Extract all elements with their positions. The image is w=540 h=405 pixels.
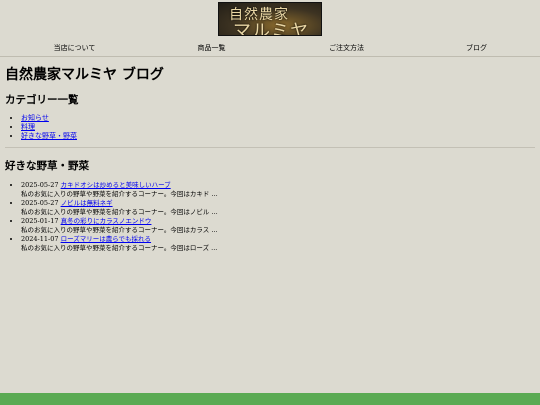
post-excerpt: 私のお気に入りの野草や野菜を紹介するコーナー。今回はローズ ... — [21, 244, 218, 252]
nav-about[interactable]: 当店について — [7, 43, 142, 53]
post-title-link[interactable]: 真冬の彩りにカラスノエンドウ — [61, 217, 152, 225]
page-title: 自然農家マルミヤ ブログ — [5, 67, 164, 83]
post-date: 2025-01-17 — [21, 217, 59, 225]
list-item: 料理 — [21, 123, 77, 132]
category-link-wild-plants[interactable]: 好きな野草・野菜 — [21, 132, 77, 140]
footer-bar — [0, 393, 540, 405]
post-date: 2024-11-07 — [21, 235, 59, 243]
post-item: 2024-11-07 ローズマリーは農らでも採れる 私のお気に入りの野草や野菜を… — [21, 235, 321, 253]
post-excerpt: 私のお気に入りの野草や野菜を紹介するコーナー。今回はノビル ... — [21, 208, 218, 216]
list-item: 好きな野草・野菜 — [21, 132, 77, 141]
post-title-link[interactable]: ノビルは無料ネギ — [61, 199, 113, 207]
post-excerpt: 私のお気に入りの野草や野菜を紹介するコーナー。今回はカラス ... — [21, 226, 218, 234]
category-link-cooking[interactable]: 料理 — [21, 123, 35, 131]
categories-heading: カテゴリー一覧 — [5, 94, 79, 106]
post-date: 2025-05-27 — [21, 199, 59, 207]
category-list: お知らせ 料理 好きな野草・野菜 — [21, 114, 77, 141]
main-nav: 当店について 商品一覧 ご注文方法 ブログ — [0, 38, 540, 57]
nav-products[interactable]: 商品一覧 — [144, 43, 279, 53]
logo-text-line2: マルミヤ — [233, 21, 309, 36]
nav-blog[interactable]: ブログ — [409, 43, 540, 53]
post-item: 2025-05-27 カキドオシは炒めると美味しいハーブ 私のお気に入りの野草や… — [21, 181, 321, 199]
site-logo-banner[interactable]: 自然農家 マルミヤ — [218, 2, 322, 36]
post-excerpt: 私のお気に入りの野草や野菜を紹介するコーナー。今回はカキド ... — [21, 190, 218, 198]
post-item: 2025-01-17 真冬の彩りにカラスノエンドウ 私のお気に入りの野草や野菜を… — [21, 217, 321, 235]
list-item: お知らせ — [21, 114, 77, 123]
category-link-news[interactable]: お知らせ — [21, 114, 49, 122]
nav-ordering[interactable]: ご注文方法 — [279, 43, 414, 53]
post-item: 2025-05-27 ノビルは無料ネギ 私のお気に入りの野草や野菜を紹介するコー… — [21, 199, 321, 217]
post-title-link[interactable]: カキドオシは炒めると美味しいハーブ — [61, 181, 171, 189]
section-divider — [5, 147, 535, 148]
post-title-link[interactable]: ローズマリーは農らでも採れる — [61, 235, 151, 243]
post-list: 2025-05-27 カキドオシは炒めると美味しいハーブ 私のお気に入りの野草や… — [21, 181, 321, 253]
post-date: 2025-05-27 — [21, 181, 59, 189]
section-heading: 好きな野草・野菜 — [5, 160, 89, 172]
